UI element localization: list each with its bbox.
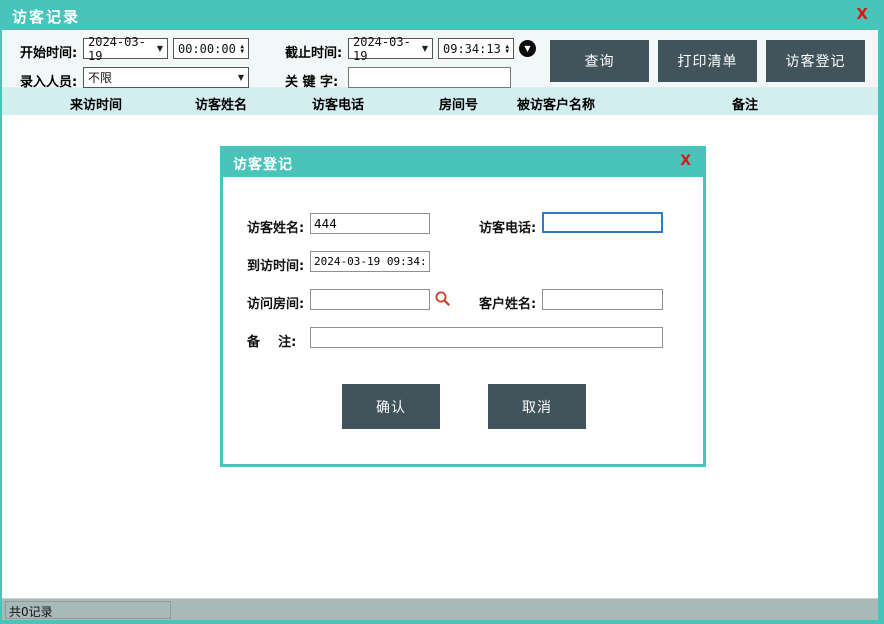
cancel-button[interactable]: 取消 (488, 384, 586, 429)
keyword-input[interactable] (348, 67, 511, 88)
remark-label: 备 注: (247, 331, 296, 350)
status-bar: 共0记录 (2, 598, 878, 620)
column-room-number[interactable]: 房间号 (439, 94, 478, 113)
table-header: 来访时间 访客姓名 访客电话 房间号 被访客户名称 备注 (2, 88, 878, 115)
column-visitor-phone[interactable]: 访客电话 (312, 94, 364, 113)
visitor-records-window: 访客记录 X 开始时间: 2024-03-19 ▼ 00:00:00 ▲▼ 截止… (0, 0, 884, 624)
window-titlebar: 访客记录 X (0, 0, 884, 30)
spinner-arrows-icon[interactable]: ▲▼ (240, 44, 244, 54)
window-close-icon[interactable]: X (856, 5, 868, 23)
query-button[interactable]: 查询 (550, 40, 649, 82)
visit-time-label: 到访时间: (247, 255, 304, 274)
spinner-arrows-icon[interactable]: ▲▼ (505, 44, 509, 54)
dialog-title: 访客登记 (233, 154, 293, 174)
end-date-value: 2024-03-19 (353, 35, 422, 63)
end-date-combobox[interactable]: 2024-03-19 ▼ (348, 38, 433, 59)
record-count: 共0记录 (5, 601, 171, 619)
visit-time-input[interactable] (310, 251, 430, 272)
start-date-combobox[interactable]: 2024-03-19 ▼ (83, 38, 168, 59)
filter-toolbar: 开始时间: 2024-03-19 ▼ 00:00:00 ▲▼ 截止时间: 202… (2, 30, 878, 88)
visitor-phone-label: 访客电话: (479, 217, 536, 236)
customer-name-label: 客户姓名: (479, 293, 536, 312)
visit-room-input[interactable] (310, 289, 430, 310)
start-time-value: 00:00:00 (178, 42, 236, 56)
chevron-down-icon: ▼ (238, 73, 244, 82)
column-customer-name[interactable]: 被访客户名称 (517, 94, 595, 113)
chevron-down-icon: ▼ (422, 44, 428, 53)
visit-room-label: 访问房间: (247, 293, 304, 312)
start-date-value: 2024-03-19 (88, 35, 157, 63)
start-time-label: 开始时间: (20, 42, 77, 61)
window-title: 访客记录 (12, 6, 80, 27)
end-time-value: 09:34:13 (443, 42, 501, 56)
expand-options-icon[interactable]: ▼ (519, 40, 536, 57)
column-remark[interactable]: 备注 (732, 94, 758, 113)
dialog-body: 访客姓名: 访客电话: 到访时间: 访问房间: 客户姓名: 备 注: 确认 取消 (223, 177, 703, 464)
visitor-name-input[interactable] (310, 213, 430, 234)
visitor-name-label: 访客姓名: (247, 217, 304, 236)
end-time-label: 截止时间: (285, 42, 342, 61)
visitor-register-dialog: 访客登记 X 访客姓名: 访客电话: 到访时间: 访问房间: 客户姓名: 备 注… (220, 146, 706, 467)
operator-value: 不限 (88, 69, 112, 86)
customer-name-input[interactable] (542, 289, 663, 310)
column-visit-time[interactable]: 来访时间 (70, 94, 122, 113)
visitor-phone-input[interactable] (542, 212, 663, 233)
operator-combobox[interactable]: 不限 ▼ (83, 67, 249, 88)
start-time-spinner[interactable]: 00:00:00 ▲▼ (173, 38, 249, 59)
remark-input[interactable] (310, 327, 663, 348)
visitor-register-button[interactable]: 访客登记 (766, 40, 865, 82)
end-time-spinner[interactable]: 09:34:13 ▲▼ (438, 38, 514, 59)
chevron-down-icon: ▼ (157, 44, 163, 53)
search-icon[interactable] (434, 290, 452, 308)
dialog-close-icon[interactable]: X (680, 153, 691, 169)
confirm-button[interactable]: 确认 (342, 384, 440, 429)
column-visitor-name[interactable]: 访客姓名 (195, 94, 247, 113)
print-list-button[interactable]: 打印清单 (658, 40, 757, 82)
dialog-titlebar: 访客登记 X (223, 149, 703, 177)
